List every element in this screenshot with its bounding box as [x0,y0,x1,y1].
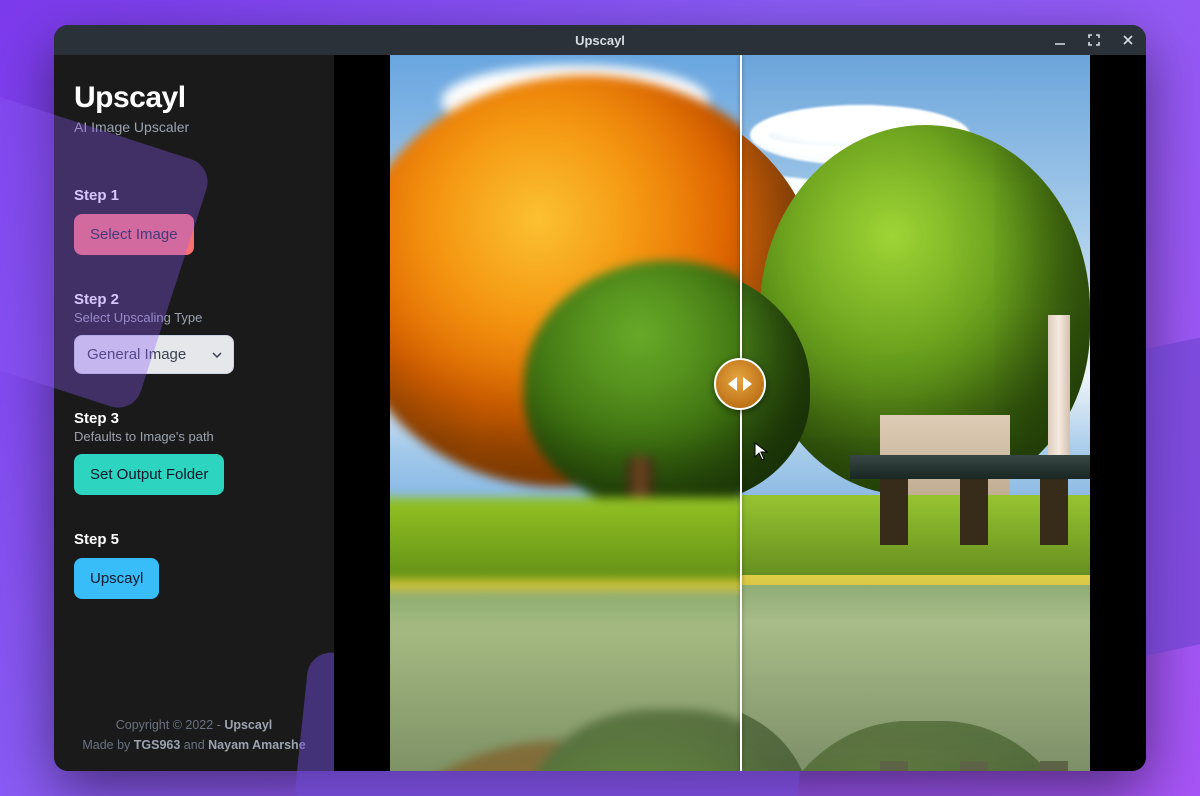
maximize-button[interactable] [1084,30,1104,50]
step-5: Step 5 Upscayl [74,531,314,599]
window-controls [1050,30,1138,50]
original-image [390,55,740,771]
footer-and: and [180,738,208,752]
comparison-handle[interactable] [714,358,766,410]
comparison-canvas [390,55,1090,771]
app-title: Upscayl [74,81,314,115]
footer-madeby-prefix: Made by [82,738,133,752]
titlebar: Upscayl [54,25,1146,55]
preview-pane [334,55,1146,771]
footer-author-1: TGS963 [134,738,181,752]
set-output-folder-button[interactable]: Set Output Folder [74,454,224,495]
upscaled-image [740,55,1090,771]
comparison-divider[interactable] [740,55,742,771]
chevron-right-icon [743,377,752,391]
close-button[interactable] [1118,30,1138,50]
minimize-button[interactable] [1050,30,1070,50]
app-window: Upscayl Upscayl AI Image Upscaler Step 1… [54,25,1146,771]
upscayl-button[interactable]: Upscayl [74,558,159,599]
chevron-left-icon [728,377,737,391]
footer: Copyright © 2022 - Upscayl Made by TGS96… [74,715,314,755]
step-3-desc: Defaults to Image's path [74,429,314,444]
footer-author-2: Nayam Amarshe [208,738,306,752]
footer-product: Upscayl [224,718,272,732]
step-3-title: Step 3 [74,410,314,427]
window-title: Upscayl [575,33,625,48]
step-3: Step 3 Defaults to Image's path Set Outp… [74,410,314,495]
step-5-title: Step 5 [74,531,314,548]
footer-copyright-prefix: Copyright © 2022 - [116,718,225,732]
